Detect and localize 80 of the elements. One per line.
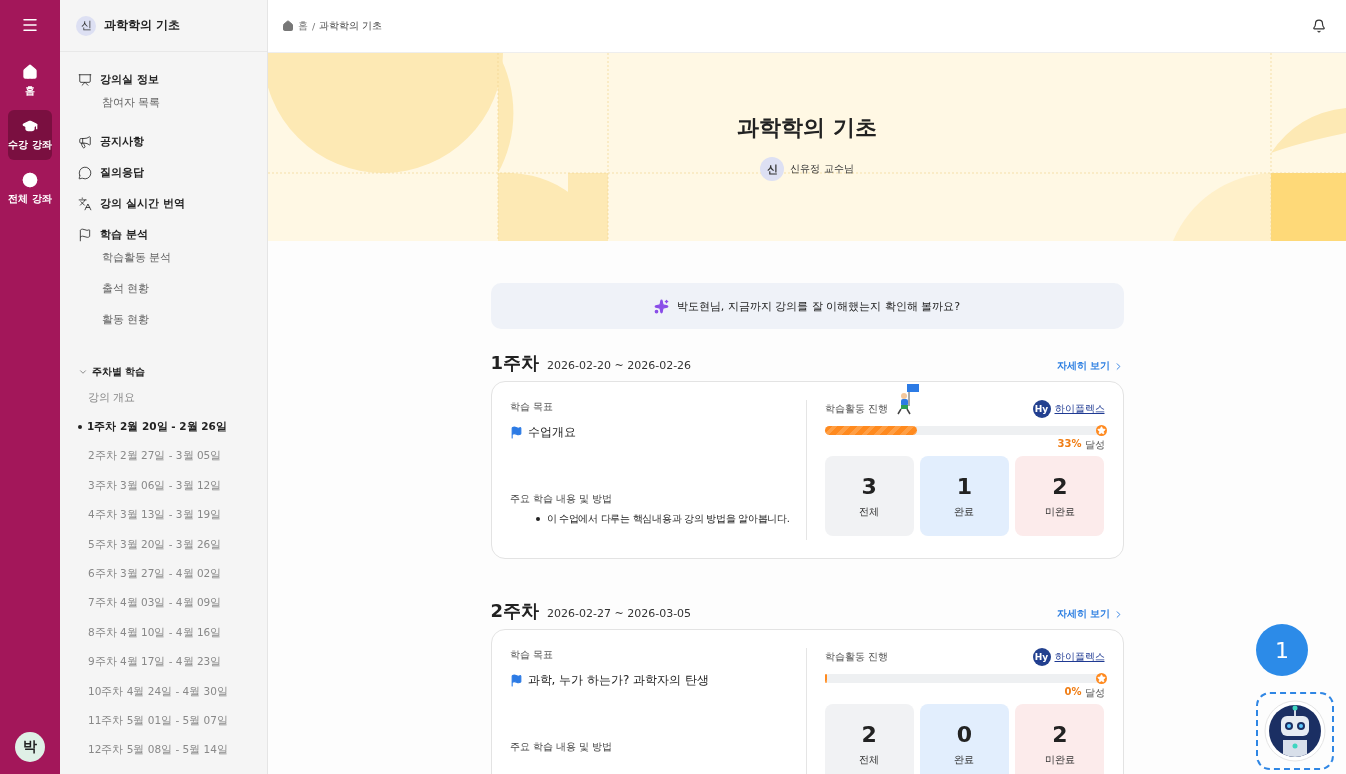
progress-percent: 33% 달성 [1057,438,1105,452]
presentation-board-icon [78,72,92,87]
course-badge: 신 [76,15,96,36]
week-title: 2주차 [490,599,540,623]
week-title: 1주차 [490,351,540,375]
rail-item[interactable]: 홈 [8,56,52,106]
star-icon [1095,673,1107,684]
notification-bell-icon[interactable] [1312,19,1326,33]
rail-item[interactable]: 전체 강좌 [8,164,52,214]
progress-label: 학습활동 진행 [824,650,888,664]
sidebar-item[interactable]: 학습 분석 [78,219,148,250]
count-badge: 1 [1256,624,1308,676]
week-nav-item[interactable]: 6주차 3월 27일 - 4월 02일 [78,559,222,589]
brand-link[interactable]: Hy 하이플렉스 [1032,648,1105,666]
week-nav-item[interactable]: 1주차 2월 20일 - 2월 26일 [78,412,227,442]
breadcrumb-item[interactable]: 홈 [298,19,308,33]
progress-percent: 0% 달성 [1064,686,1105,700]
sparkle-icon [653,298,669,314]
week-nav-item[interactable]: 8주차 4월 10일 - 4월 16일 [78,618,222,648]
home-icon[interactable] [282,20,294,32]
week-nav-item[interactable]: 11주차 5월 01일 - 5월 07일 [78,706,228,736]
week-nav-item[interactable]: 3주차 3월 06일 - 3월 12일 [78,471,222,501]
flag-icon [509,426,523,439]
week-dates: 2026-02-27 ~ 2026-03-05 [547,607,692,620]
sidebar-item[interactable]: 강의 실시간 번역 [78,188,185,219]
sidebar-item[interactable]: 질의응답 [78,157,144,188]
translate-icon [78,196,92,211]
goal-text: 수업개요 [527,424,576,441]
method-item: 이 수업에서 다루는 핵심내용과 강의 방법을 알아봅니다. [546,512,790,526]
methods-label: 주요 학습 내용 및 방법 [509,493,613,506]
sidebar-subitem[interactable]: 출석 현황 [78,281,150,312]
speech-bubble-icon [78,165,92,180]
robot-icon [1264,700,1326,762]
notice-text: 박도현님, 지금까지 강의를 잘 이해했는지 확인해 볼까요? [676,298,961,314]
professor-name: 신유정 교수님 [790,162,854,176]
breadcrumb-item: / [312,20,316,32]
week-nav-item[interactable]: 강의 개요 [78,383,136,413]
goal-label: 학습 목표 [509,400,554,414]
rail-item[interactable]: 수강 강좌 [8,110,52,160]
banner-title: 과학학의 기초 [737,114,877,142]
details-link[interactable]: 자세히 보기 [1057,608,1124,621]
runner-flag-drawing [894,382,921,416]
course-title: 과학학의 기초 [104,17,181,34]
sidebar-subitem[interactable]: 참여자 목록 [78,95,161,126]
week-nav-item[interactable]: 10주차 4월 24일 - 4월 30일 [78,676,228,707]
section-toggle[interactable]: 주차별 학습 [78,361,267,383]
chatbot-button[interactable] [1256,692,1334,770]
week-nav-item[interactable]: 2주차 2월 27일 - 3월 05일 [78,441,222,472]
week-nav-item[interactable]: 12주차 5월 08일 - 5월 14일 [78,735,228,766]
stat-tile: 2 미완료 [1015,704,1105,774]
user-avatar[interactable]: 박 [15,732,45,762]
week-dates: 2026-02-20 ~ 2026-02-26 [547,359,692,372]
graduation-cap-icon [22,118,38,134]
megaphone-icon [78,134,92,149]
flag-icon [78,227,92,242]
sidebar-subitem[interactable]: 활동 현황 [78,312,150,343]
star-icon [1095,425,1107,436]
progress-label: 학습활동 진행 [824,402,888,416]
sidebar-subitem[interactable]: 학습활동 분석 [78,250,172,281]
stat-tile: 0 완료 [919,704,1010,774]
flag-icon [509,674,523,687]
sidebar-item[interactable]: 공지사항 [78,126,144,157]
chevron-down-icon [78,367,88,377]
brand-link[interactable]: Hy 하이플렉스 [1032,400,1105,418]
week-nav-item[interactable]: 4주차 3월 13일 - 3월 19일 [78,500,222,530]
home-icon [22,64,38,80]
methods-label: 주요 학습 내용 및 방법 [509,741,613,754]
sidebar-item[interactable]: 강의실 정보 [78,64,159,95]
week-nav-item[interactable]: 9주차 4월 17일 - 4월 23일 [78,647,222,677]
breadcrumb-item[interactable]: 과학학의 기초 [319,19,383,33]
goal-label: 학습 목표 [509,648,554,662]
week-nav-item[interactable]: 7주차 4월 03일 - 4월 09일 [78,588,222,619]
bullet-icon [535,517,540,521]
stat-tile: 2 전체 [824,704,914,774]
goal-text: 과학, 누가 하는가? 과학자의 탄생 [527,672,709,689]
details-link[interactable]: 자세히 보기 [1057,360,1124,373]
week-nav-item[interactable]: 5주차 3월 20일 - 3월 26일 [78,529,222,560]
stat-tile: 1 완료 [919,456,1010,536]
stat-tile: 2 미완료 [1015,456,1105,536]
stat-tile: 3 전체 [824,456,914,536]
